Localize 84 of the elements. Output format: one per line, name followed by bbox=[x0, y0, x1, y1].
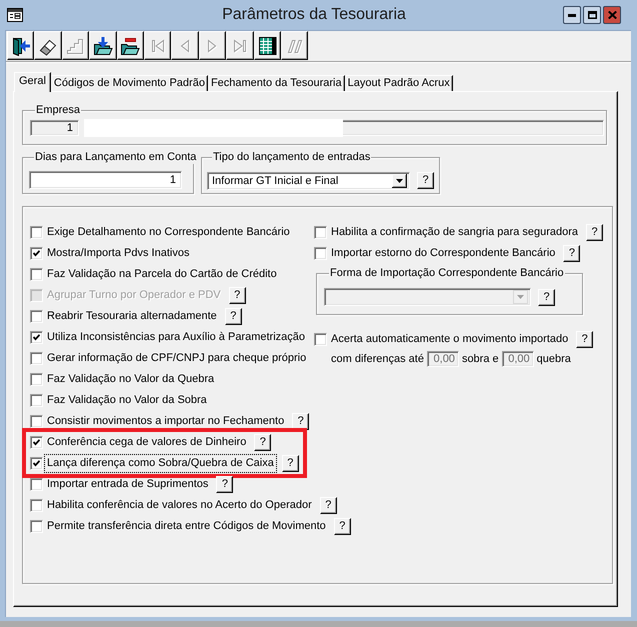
help-button[interactable]: ? bbox=[320, 497, 337, 514]
group-label: Tipo do lançamento de entradas bbox=[212, 151, 372, 164]
minimize-button[interactable] bbox=[563, 6, 581, 24]
checkbox[interactable] bbox=[314, 226, 327, 239]
maximize-button[interactable] bbox=[583, 6, 601, 24]
checkbox[interactable] bbox=[30, 310, 43, 323]
option-label: Utiliza Inconsistências para Auxílio à Parametrização bbox=[46, 330, 306, 345]
option-label: Acerta automaticamente o movimento importado bbox=[330, 332, 570, 347]
option-label: Lança diferença como Sobra/Quebra de Caixa bbox=[45, 455, 276, 472]
toolbar-button[interactable] bbox=[89, 31, 117, 60]
checkbox[interactable] bbox=[314, 333, 327, 346]
checkbox[interactable] bbox=[30, 499, 43, 512]
checkmark-icon bbox=[33, 250, 40, 257]
checkbox[interactable] bbox=[30, 331, 43, 344]
toolbar-button[interactable] bbox=[254, 31, 281, 60]
option-label: Faz Validação no Valor da Quebra bbox=[46, 372, 216, 387]
toolbar-button[interactable] bbox=[34, 31, 62, 60]
minimize-icon bbox=[568, 14, 576, 16]
option-label: Faz Validação na Parcela do Cartão de Crédito bbox=[46, 267, 278, 282]
help-button[interactable]: ? bbox=[586, 224, 604, 241]
option-label: Exige Detalhamento no Correspondente Bancário bbox=[46, 225, 291, 240]
option-label: Habilita conferência de valores no Acerto do Operador bbox=[46, 498, 313, 513]
option-label: Gerar informação de CPF/CNPJ para cheque próprio bbox=[46, 351, 308, 366]
help-button[interactable]: ? bbox=[576, 331, 594, 348]
group-label: Forma de Importação Correspondente Bancário bbox=[329, 267, 565, 280]
option-label: Agrupar Turno por Operador e PDV bbox=[46, 288, 222, 303]
option-label: Reabrir Tesouraria alternadamente bbox=[46, 309, 218, 324]
form-icon bbox=[7, 8, 23, 22]
option-label: Permite transferência direta entre Códigos de Movimento bbox=[46, 519, 327, 534]
toolbar-button[interactable] bbox=[7, 31, 34, 60]
checkbox[interactable] bbox=[30, 436, 43, 449]
tab[interactable]: Fechamento da Tesouraria bbox=[208, 75, 345, 91]
option-label: Consistir movimentos a importar no Fechamento bbox=[46, 414, 286, 429]
checkmark-icon bbox=[33, 334, 40, 341]
help-button[interactable]: ? bbox=[254, 434, 272, 451]
window-title: Parâmetros da Tesouraria bbox=[222, 5, 406, 25]
help-button[interactable]: ? bbox=[292, 413, 310, 430]
checkmark-icon bbox=[33, 439, 40, 446]
option-label: Mostra/Importa Pdvs Inativos bbox=[46, 246, 190, 261]
input-field[interactable]: 1 bbox=[29, 171, 182, 189]
option-label: Faz Validação no Valor da Sobra bbox=[46, 393, 208, 408]
help-button[interactable]: ? bbox=[563, 245, 580, 262]
tab[interactable]: Códigos de Movimento Padrão bbox=[50, 75, 208, 91]
caret-icon bbox=[513, 290, 528, 304]
checkbox[interactable] bbox=[314, 247, 327, 260]
folder-minus-icon bbox=[120, 36, 140, 56]
checkbox[interactable] bbox=[30, 394, 43, 407]
code-field[interactable]: 1 bbox=[30, 120, 79, 136]
option-label: Importar entrada de Suprimentos bbox=[46, 477, 210, 492]
close-button[interactable] bbox=[603, 6, 621, 24]
help-button[interactable]: ? bbox=[224, 308, 242, 325]
checkbox[interactable] bbox=[30, 268, 43, 281]
option-label: sobra e bbox=[462, 352, 499, 366]
checkbox[interactable] bbox=[30, 415, 43, 428]
group-label: Dias para Lançamento em Conta bbox=[34, 151, 198, 164]
option-label: Habilita a confirmação de sangria para seguradora bbox=[330, 225, 580, 240]
table-icon bbox=[257, 36, 278, 56]
checkbox[interactable] bbox=[30, 520, 43, 533]
maximize-icon bbox=[588, 11, 596, 19]
option-label: Conferência cega de valores de Dinheiro bbox=[46, 435, 248, 450]
door-arrow-icon bbox=[10, 36, 31, 56]
caret-icon bbox=[392, 174, 407, 188]
tab[interactable]: Geral bbox=[14, 72, 51, 92]
help-button[interactable]: ? bbox=[417, 172, 434, 189]
input-field[interactable] bbox=[84, 120, 604, 136]
help-button[interactable]: ? bbox=[216, 476, 234, 493]
dropdown[interactable]: Informar GT Inicial e Final bbox=[207, 172, 410, 190]
checkbox[interactable] bbox=[30, 226, 43, 239]
close-icon bbox=[608, 11, 616, 19]
group-label: Empresa bbox=[35, 104, 82, 117]
help-button[interactable]: ? bbox=[334, 518, 351, 535]
toolbar-button[interactable] bbox=[116, 31, 144, 60]
checkbox[interactable] bbox=[30, 352, 43, 365]
checkbox[interactable] bbox=[30, 247, 43, 260]
checkbox[interactable] bbox=[30, 457, 43, 470]
help-button[interactable]: ? bbox=[282, 455, 299, 472]
checkmark-icon bbox=[33, 460, 40, 467]
checkbox[interactable] bbox=[30, 373, 43, 386]
tab[interactable]: Layout Padrão Acrux bbox=[344, 75, 453, 91]
folder-download-icon bbox=[92, 36, 113, 56]
option-label: quebra bbox=[536, 352, 571, 366]
option-label: com diferenças até bbox=[331, 352, 424, 366]
option-label: Importar estorno do Correspondente Bancário bbox=[330, 246, 556, 261]
checkbox[interactable] bbox=[30, 478, 43, 491]
